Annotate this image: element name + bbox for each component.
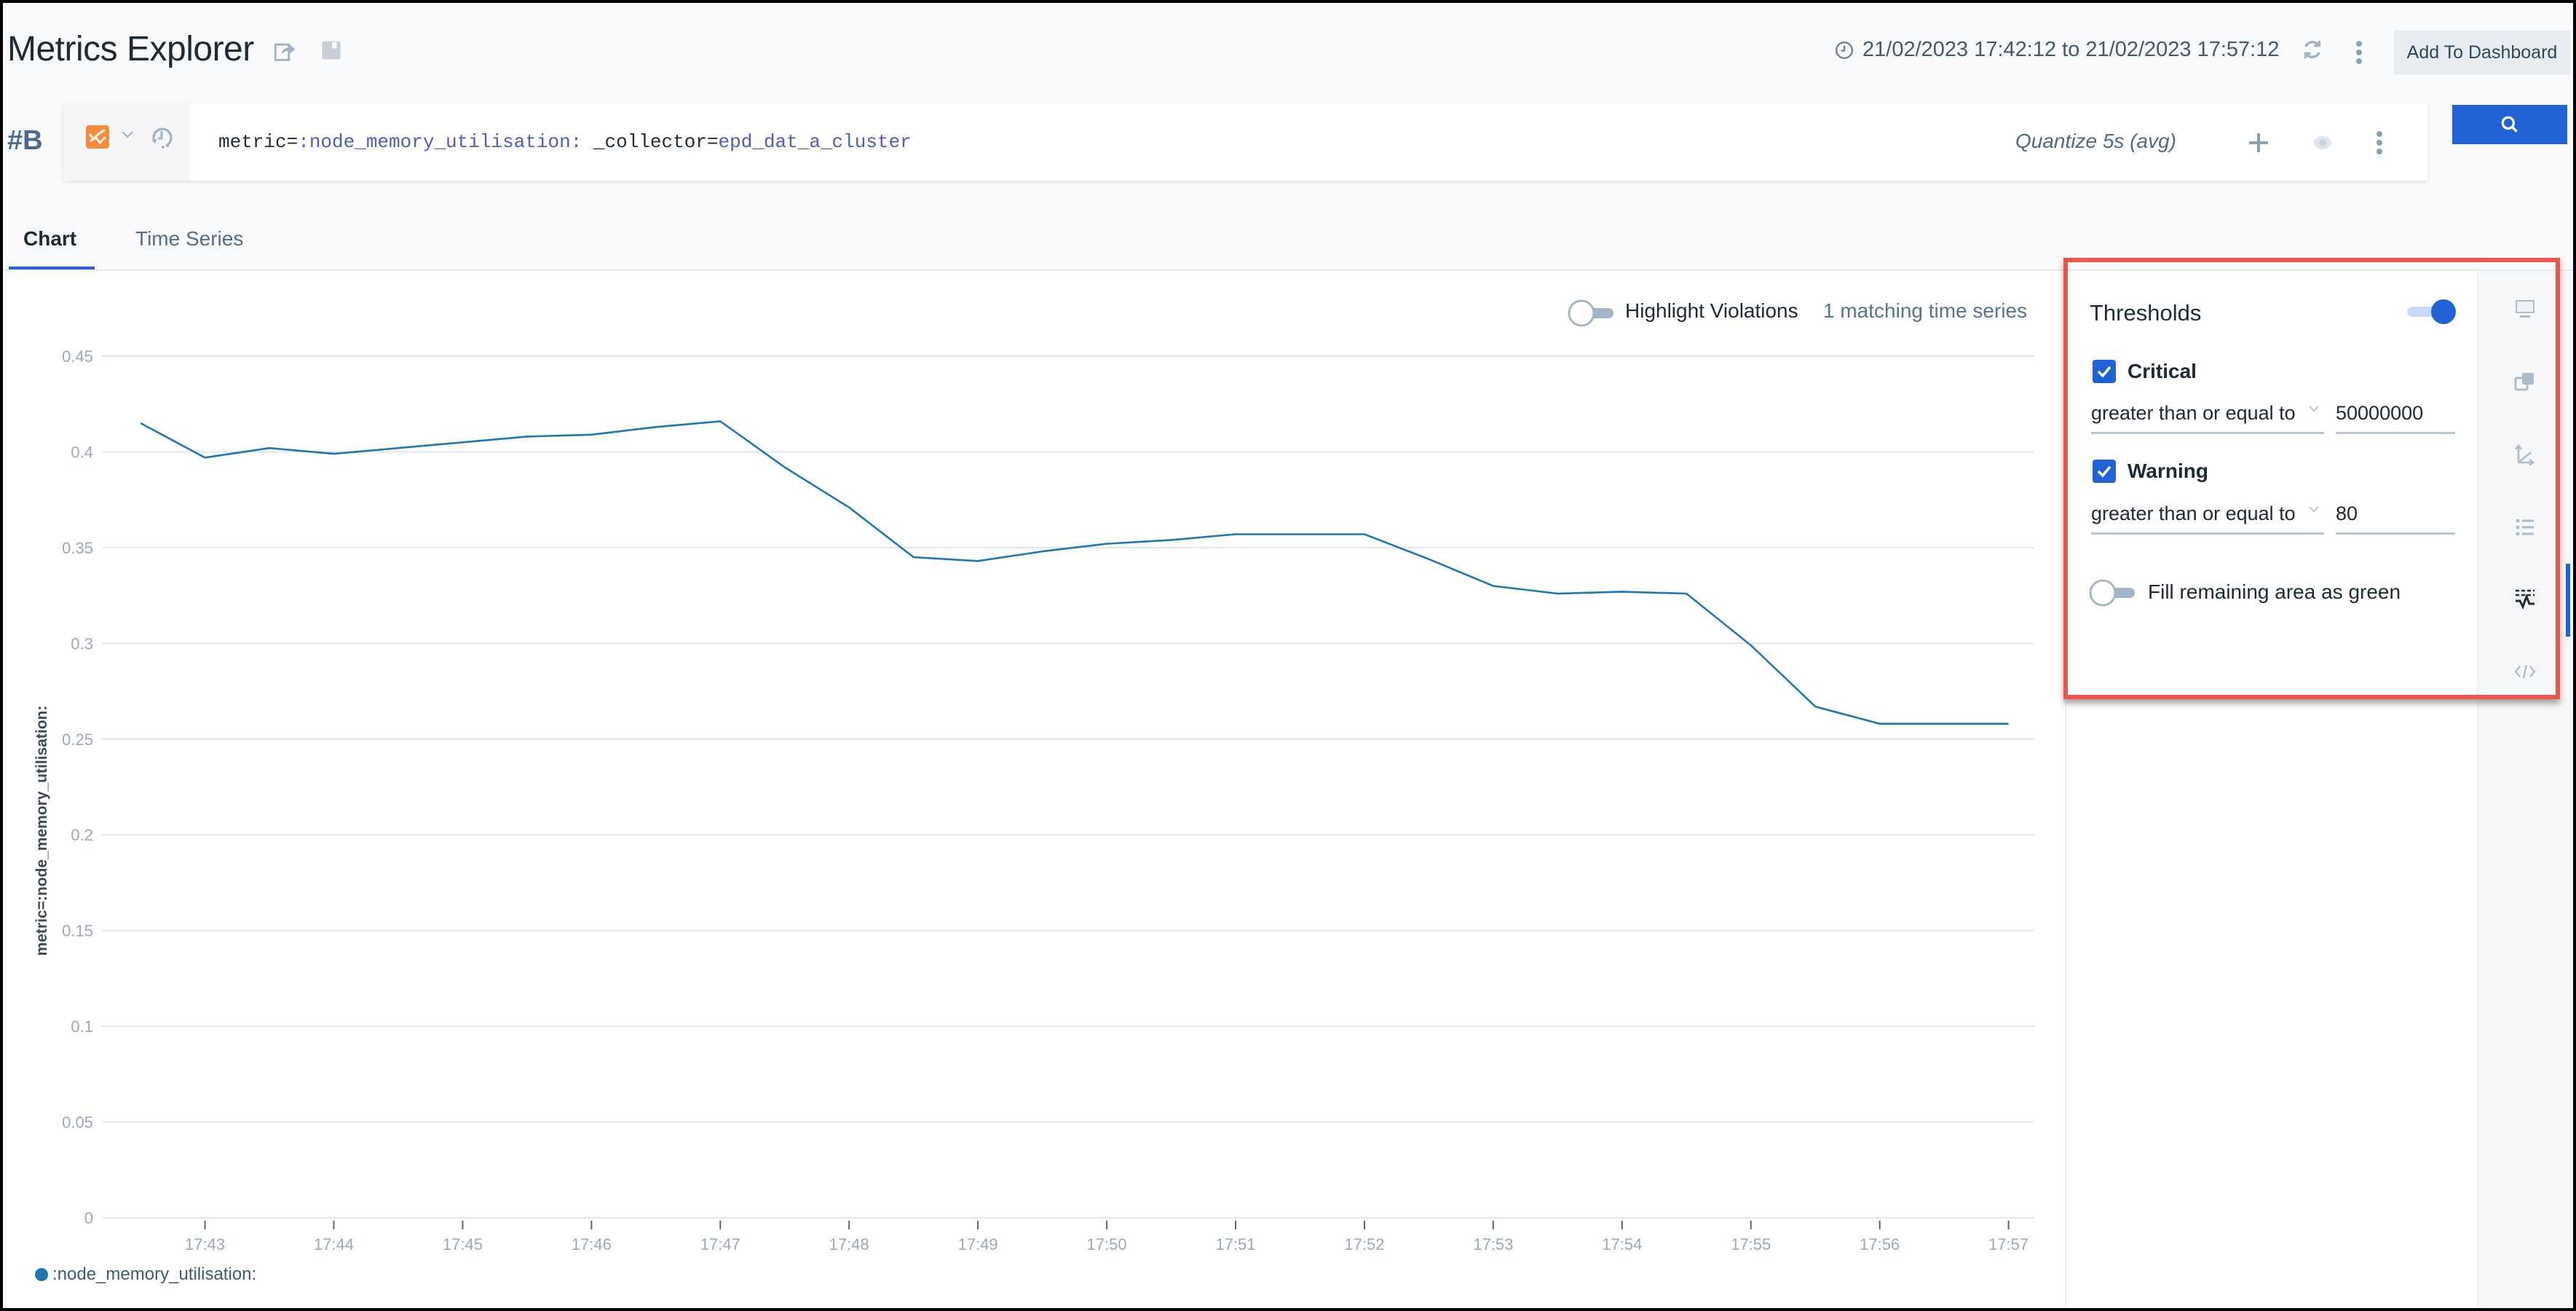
x-tick-label: 17:46 (572, 1235, 612, 1253)
tab-chart[interactable]: Chart (23, 227, 76, 251)
chevron-down-icon (2309, 406, 2319, 412)
page-title: Metrics Explorer (7, 30, 254, 68)
query-prefix: metric= (218, 131, 299, 153)
x-tick-label: 17:45 (443, 1235, 483, 1253)
series-line (140, 420, 2009, 725)
warning-operator-select[interactable]: greater than or equal to (2091, 503, 2324, 535)
time-range-picker[interactable]: 21/02/2023 17:42:12 to 21/02/2023 17:57:… (1835, 38, 2279, 62)
axes-icon[interactable] (2510, 440, 2540, 469)
query-input[interactable]: metric=:node_memory_utilisation: _collec… (218, 131, 912, 153)
warning-checkbox[interactable] (2093, 460, 2116, 483)
time-range-text: 21/02/2023 17:42:12 to 21/02/2023 17:57:… (1862, 38, 2280, 61)
x-tick-label: 17:50 (1087, 1235, 1127, 1253)
overlay-icon[interactable] (2510, 367, 2540, 396)
critical-operator-select[interactable]: greater than or equal to (2091, 402, 2324, 434)
plus-icon[interactable] (2244, 128, 2273, 157)
critical-checkbox[interactable] (2093, 360, 2116, 383)
x-tick-label: 17:49 (958, 1235, 998, 1253)
history-icon[interactable] (150, 125, 173, 154)
query-collector-value: epd_dat_a_cluster (718, 131, 912, 153)
highlight-violations-toggle[interactable] (1567, 299, 1615, 331)
x-tick-label: 17:53 (1473, 1235, 1513, 1253)
y-tick-label: 0.35 (62, 539, 93, 557)
x-tick-label: 17:48 (829, 1235, 869, 1253)
x-tick-label: 17:44 (314, 1235, 354, 1253)
fill-green-toggle[interactable] (2088, 578, 2136, 611)
x-tick-label: 17:56 (1860, 1235, 1900, 1253)
chevron-down-icon (2309, 506, 2319, 513)
y-tick-label: 0.2 (71, 826, 93, 844)
query-collector-key: _collector= (582, 131, 719, 153)
quantize-label[interactable]: Quantize 5s (avg) (2015, 130, 2176, 153)
y-axis-label: metric=:node_memory_utilisation: (33, 706, 50, 956)
x-tick-label: 17:55 (1731, 1235, 1771, 1253)
x-tick-label: 17:43 (185, 1235, 225, 1253)
x-tick-label: 17:57 (1988, 1235, 2028, 1253)
chart-legend[interactable]: :node_memory_utilisation: (35, 1264, 256, 1285)
save-icon[interactable] (320, 39, 345, 64)
active-settings-indicator (2566, 564, 2570, 637)
tab-time-series[interactable]: Time Series (135, 227, 243, 251)
legend-list-icon[interactable] (2510, 513, 2540, 542)
share-icon[interactable] (272, 39, 297, 64)
thresholds-enable-toggle[interactable] (2406, 297, 2458, 330)
x-tick-label: 17:51 (1215, 1235, 1255, 1253)
x-tick-label: 17:47 (700, 1235, 740, 1253)
search-icon (2501, 116, 2518, 133)
chart-type-icon[interactable] (86, 125, 109, 152)
more-vertical-icon[interactable] (2344, 38, 2374, 67)
y-tick-label: 0.25 (62, 731, 93, 749)
query-label: #B (7, 125, 43, 156)
query-bar: metric=:node_memory_utilisation: _collec… (64, 103, 2427, 181)
chevron-down-icon[interactable] (121, 130, 134, 143)
code-icon[interactable] (2510, 657, 2540, 686)
y-tick-label: 0.3 (71, 634, 93, 653)
search-button[interactable] (2452, 105, 2567, 144)
warning-operator-value: greater than or equal to (2091, 503, 2296, 524)
critical-value-input[interactable]: 50000000 (2336, 402, 2455, 434)
warning-label: Warning (2127, 460, 2208, 482)
metrics-explorer-window: Metrics Explorer 21/02/2023 17:42:12 to … (3, 3, 2573, 1308)
fill-green-label: Fill remaining area as green (2148, 580, 2401, 603)
y-tick-label: 0.15 (62, 922, 93, 940)
critical-label: Critical (2127, 360, 2197, 382)
display-icon[interactable] (2510, 294, 2540, 323)
clock-icon (1835, 41, 1854, 59)
thresholds-icon[interactable] (2510, 584, 2540, 613)
chart-panel: 0 0.05 0.1 0.15 0.2 0.25 0.3 0.35 0.4 0.45 17:43 17… (6, 271, 2065, 1308)
highlight-violations-label: Highlight Violations (1625, 299, 1798, 322)
matching-series-count: 1 matching time series (1823, 299, 2028, 322)
add-to-dashboard-button[interactable]: Add To Dashboard (2394, 31, 2570, 74)
query-more-icon[interactable] (2365, 128, 2394, 157)
query-metric: :node_memory_utilisation: (298, 131, 582, 153)
eye-icon[interactable] (2308, 128, 2337, 157)
y-tick-label: 0 (84, 1209, 93, 1227)
legend-series-label: :node_memory_utilisation: (52, 1264, 257, 1284)
warning-value-input[interactable]: 80 (2336, 503, 2455, 535)
critical-operator-value: greater than or equal to (2091, 402, 2296, 424)
y-tick-label: 0.45 (62, 347, 93, 366)
x-tick-label: 17:54 (1602, 1235, 1642, 1253)
x-tick-label: 17:52 (1344, 1235, 1384, 1253)
refresh-icon[interactable] (2298, 35, 2327, 64)
y-tick-label: 0.4 (71, 443, 93, 461)
thresholds-title: Thresholds (2090, 300, 2202, 326)
settings-icon-bar (2477, 271, 2573, 1308)
line-chart: 0 0.05 0.1 0.15 0.2 0.25 0.3 0.35 0.4 0.45 17:43 17… (33, 347, 2034, 1253)
y-tick-label: 0.1 (71, 1017, 93, 1036)
query-options (64, 103, 189, 181)
legend-series-dot (35, 1268, 48, 1281)
y-tick-label: 0.05 (62, 1114, 93, 1132)
